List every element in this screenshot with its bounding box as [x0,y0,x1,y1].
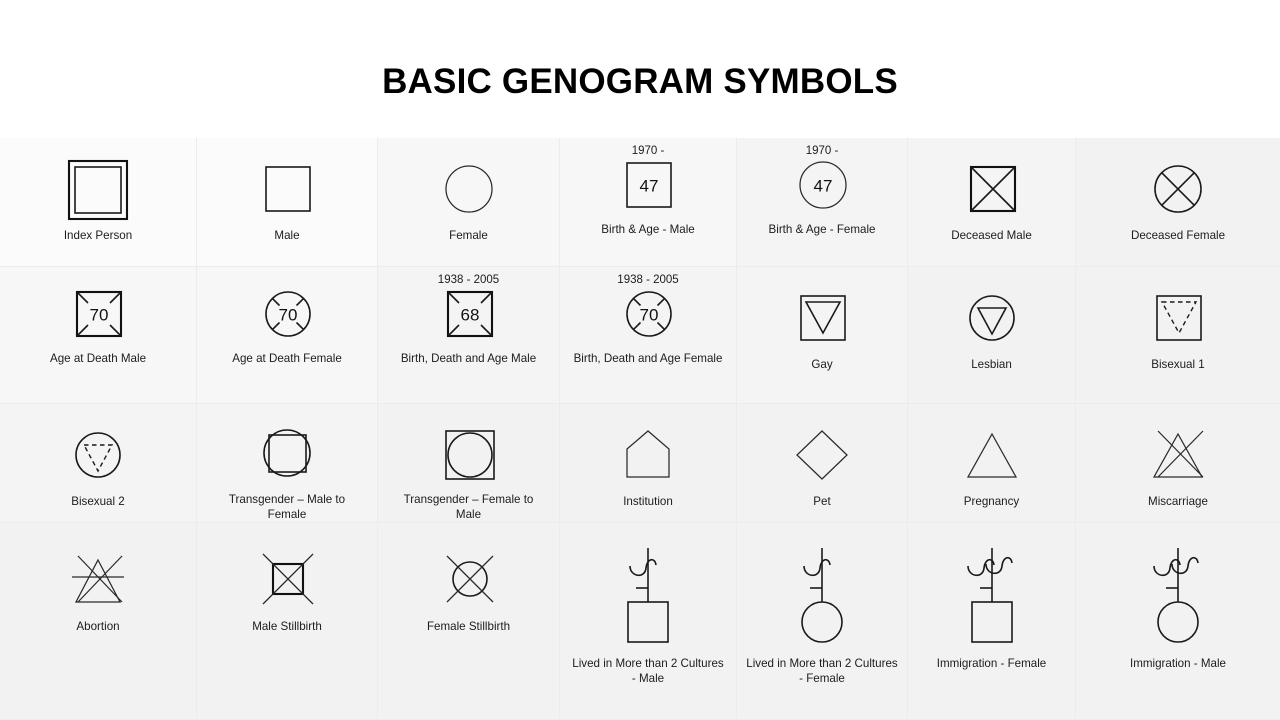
symbol-caption: Birth, Death and Age Female [573,352,723,365]
square-corner-x-number-icon: 70 [67,288,129,344]
symbol-caption: Institution [623,495,673,508]
symbol-caption: Male [274,229,300,242]
symbol-caption: Abortion [76,620,120,633]
symbol-cell-immigration-male[interactable]: Immigration - Male [1076,523,1280,720]
diamond-icon [791,425,853,487]
triangle-x-icon [1147,425,1209,487]
symbol-caption: Lived in More than 2 Cultures - Female [746,657,898,685]
square-corner-x-number-icon: 68 [438,288,500,344]
symbol-cell-institution[interactable]: Institution [560,404,737,523]
symbol-cell-gay[interactable]: Gay [737,267,908,404]
symbol-cell-cultures-female[interactable]: Lived in More than 2 Cultures - Female [737,523,908,720]
symbol-cell-miscarriage[interactable]: Miscarriage [1076,404,1280,523]
circle-dashed-triangle-icon [67,425,129,487]
symbol-cell-male-stillbirth[interactable]: Male Stillbirth [197,523,378,720]
symbol-caption: Pregnancy [963,495,1020,508]
symbol-cell-birth-age-male[interactable]: 1970 - 47 Birth & Age - Male [560,138,737,267]
symbol-cell-birth-death-age-female[interactable]: 1938 - 2005 70 Birth, Death and Age Fema… [560,267,737,404]
symbol-cell-deceased-female[interactable]: Deceased Female [1076,138,1280,267]
symbol-cell-birth-age-female[interactable]: 1970 - 47 Birth & Age - Female [737,138,908,267]
symbol-caption: Lived in More than 2 Cultures - Male [572,657,724,685]
symbol-caption: Bisexual 1 [1151,358,1205,371]
page-title: BASIC GENOGRAM SYMBOLS [382,62,898,101]
age-number: 70 [90,306,109,325]
symbol-caption: Age at Death Male [49,352,147,365]
square-over-circle-icon [438,423,500,485]
symbol-caption: Immigration - Female [936,657,1047,670]
symbol-cell-transgender-ftm[interactable]: Transgender – Female to Male [378,404,560,523]
symbol-cell-pet[interactable]: Pet [737,404,908,523]
square-x-icon [961,159,1023,221]
symbol-cell-pregnancy[interactable]: Pregnancy [908,404,1076,523]
symbol-cell-birth-death-age-male[interactable]: 1938 - 2005 68 Birth, Death and Age Male [378,267,560,404]
symbol-caption: Lesbian [971,358,1012,371]
symbol-caption: Birth, Death and Age Male [400,352,537,365]
squiggle-single-square-icon [608,544,688,649]
symbol-cell-female[interactable]: Female [378,138,560,267]
symbol-caption: Female Stillbirth [426,620,511,633]
symbol-caption: Deceased Male [951,229,1032,242]
house-pentagon-icon [617,425,679,487]
symbol-cell-immigration-female[interactable]: Immigration - Female [908,523,1076,720]
symbol-cell-abortion[interactable]: Abortion [0,523,197,720]
circle-over-square-icon [256,423,318,485]
symbol-cell-bisexual-2[interactable]: Bisexual 2 [0,404,197,523]
circle-x-icon [1147,159,1209,221]
symbol-cell-index-person[interactable]: Index Person [0,138,197,267]
circle-with-number-icon: 47 [791,159,853,215]
age-number: 70 [279,306,298,325]
genogram-chart-page: BASIC GENOGRAM SYMBOLS Index Person Male [0,0,1280,720]
top-label: 1938 - 2005 [437,274,500,286]
symbol-cell-age-death-female[interactable]: 70 Age at Death Female [197,267,378,404]
symbol-cell-cultures-male[interactable]: Lived in More than 2 Cultures - Male [560,523,737,720]
symbol-cell-deceased-male[interactable]: Deceased Male [908,138,1076,267]
circle-corner-x-number-icon: 70 [617,288,679,344]
double-square-icon [67,159,129,221]
triangle-x-bar-icon [62,544,134,612]
triangle-icon [961,425,1023,487]
symbol-cell-female-stillbirth[interactable]: Female Stillbirth [378,523,560,720]
top-label: 1938 - 2005 [617,274,679,286]
square-icon [256,159,318,221]
symbol-cell-bisexual-1[interactable]: Bisexual 1 [1076,267,1280,404]
square-dashed-triangle-icon [1147,288,1209,350]
top-label: 1970 - [805,145,839,157]
symbol-caption: Bisexual 2 [71,495,125,508]
symbols-grid: Index Person Male Female 1970 - 47 Birth… [0,138,1280,720]
symbol-caption: Age at Death Female [232,352,342,365]
symbol-caption: Gay [811,358,833,371]
squiggle-double-circle-icon [1138,544,1218,649]
age-number: 68 [460,306,479,325]
symbol-cell-lesbian[interactable]: Lesbian [908,267,1076,404]
symbol-caption: Immigration - Male [1130,657,1226,670]
circle-x-extended-icon [433,544,505,612]
symbol-caption: Pet [813,495,831,508]
symbol-cell-transgender-mtf[interactable]: Transgender – Male to Female [197,404,378,523]
squiggle-double-square-icon [952,544,1032,649]
symbol-caption: Transgender – Male to Female [228,493,346,521]
square-with-number-icon: 47 [617,159,679,215]
symbol-caption: Birth & Age - Male [601,223,695,236]
square-x-extended-icon [251,544,323,612]
symbol-caption: Index Person [63,229,133,242]
symbol-caption: Female [449,229,488,242]
symbol-cell-male[interactable]: Male [197,138,378,267]
square-triangle-icon [791,288,853,350]
symbol-caption: Birth & Age - Female [768,223,876,236]
age-number: 47 [814,177,833,196]
symbol-caption: Male Stillbirth [252,620,322,633]
age-number: 47 [640,177,659,196]
symbol-caption: Transgender – Female to Male [403,493,534,521]
age-number: 70 [640,306,659,325]
circle-icon [438,159,500,221]
circle-corner-x-number-icon: 70 [256,288,318,344]
top-label: 1970 - [631,145,665,157]
squiggle-single-circle-icon [782,544,862,649]
symbol-caption: Deceased Female [1130,229,1226,242]
symbol-cell-age-death-male[interactable]: 70 Age at Death Male [0,267,197,404]
circle-triangle-icon [961,288,1023,350]
symbol-caption: Miscarriage [1148,495,1208,508]
